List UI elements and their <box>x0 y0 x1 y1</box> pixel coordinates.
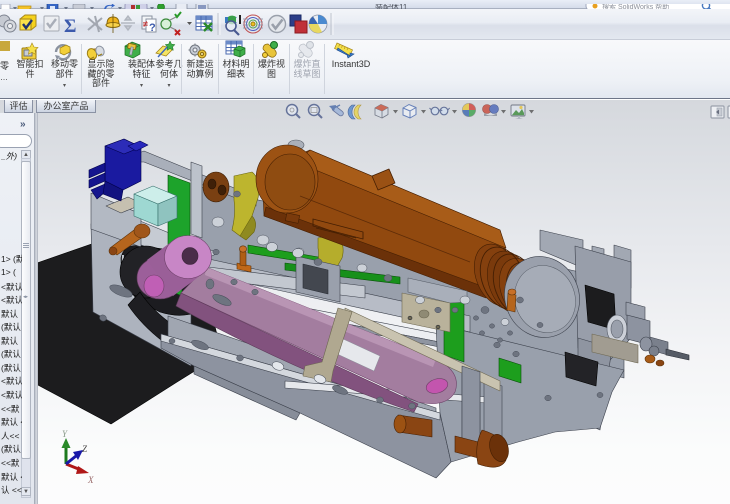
svg-text:…: … <box>0 73 8 82</box>
svg-text:X: X <box>87 475 94 485</box>
svg-text:≠: ≠ <box>143 19 148 29</box>
svg-text:?: ? <box>149 22 156 34</box>
svg-text:Σ: Σ <box>64 16 76 37</box>
svg-text:Y: Y <box>62 429 68 439</box>
svg-text:零: 零 <box>0 61 9 71</box>
svg-text:Z: Z <box>82 444 88 454</box>
